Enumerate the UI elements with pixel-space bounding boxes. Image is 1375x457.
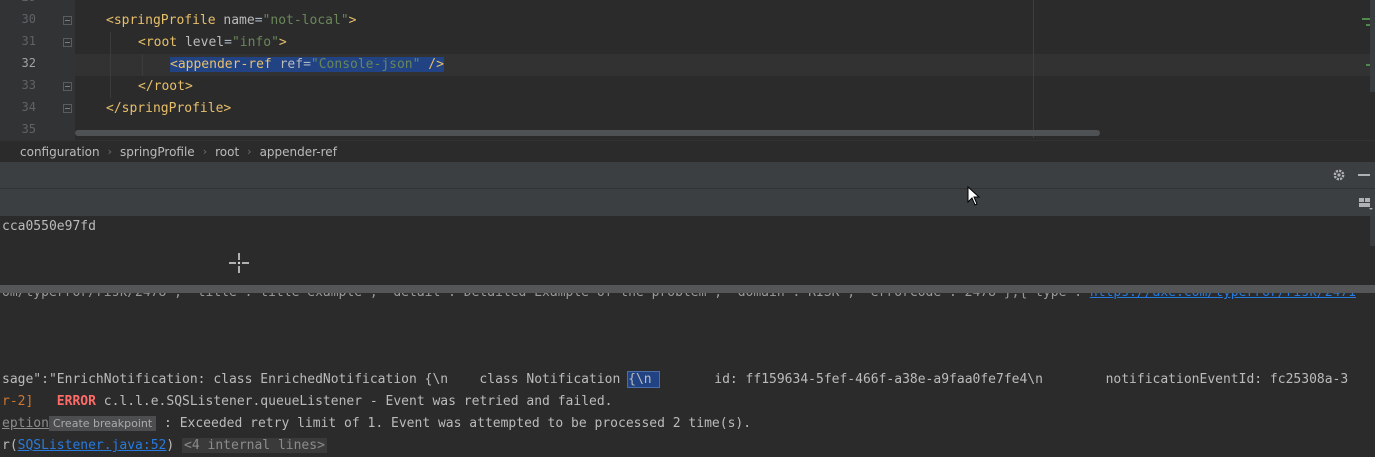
line-number: 33 xyxy=(21,78,36,92)
fold-icon[interactable] xyxy=(63,104,72,113)
code-line[interactable]: <root level="info"> xyxy=(138,32,287,54)
fold-icon[interactable] xyxy=(63,16,72,25)
chevron-right-icon: › xyxy=(107,145,113,158)
gear-icon[interactable] xyxy=(1332,168,1346,182)
console-toolbar xyxy=(0,188,1375,217)
folded-lines[interactable]: <4 internal lines> xyxy=(182,438,327,453)
console-line: eption Create breakpoint : Exceeded retry… xyxy=(2,416,752,431)
line-number: 29 xyxy=(0,0,36,4)
console-line: sage":"EnrichNotification: class Enriche… xyxy=(2,371,1349,388)
code-line[interactable]: </root> xyxy=(138,76,193,98)
code-editor[interactable]: 29 30 31 32 33 34 35 <springProfile name… xyxy=(0,0,1375,140)
line-number: 32 xyxy=(21,56,36,70)
console-splitter[interactable] xyxy=(0,285,1375,293)
line-number: 34 xyxy=(21,100,36,114)
vertical-scrollbar[interactable] xyxy=(1370,0,1375,92)
create-breakpoint-tooltip[interactable]: Create breakpoint xyxy=(48,416,157,431)
right-margin-line xyxy=(1033,0,1034,138)
source-link[interactable]: SQSListener.java:52 xyxy=(18,438,167,453)
minimize-icon[interactable] xyxy=(1358,174,1370,176)
tool-window-header xyxy=(0,162,1375,188)
line-number: 31 xyxy=(21,34,36,48)
search-highlight: {\n xyxy=(627,371,661,388)
breadcrumb: configuration › springProfile › root › a… xyxy=(0,140,1375,162)
mouse-pointer-icon xyxy=(967,186,981,206)
breadcrumb-item[interactable]: configuration xyxy=(20,145,100,159)
breadcrumb-item[interactable]: springProfile xyxy=(120,145,195,159)
console-output[interactable]: cca0550e97fd om/typerror/risk/2478", "ti… xyxy=(0,216,1375,455)
fold-icon[interactable] xyxy=(63,38,72,47)
layout-icon[interactable] xyxy=(1358,197,1374,211)
editor-gutter[interactable]: 29 30 31 32 33 34 35 xyxy=(0,0,75,140)
console-line-error: r-2] ERROR c.l.l.e.SQSListener.queueList… xyxy=(2,394,613,409)
code-line-selected[interactable]: <appender-ref ref="Console-json" /> xyxy=(170,54,444,76)
chevron-right-icon: › xyxy=(247,145,252,158)
line-number: 35 xyxy=(21,122,36,136)
breadcrumb-item[interactable]: root xyxy=(215,145,239,159)
chevron-right-icon: › xyxy=(202,145,208,158)
vertical-scrollbar[interactable] xyxy=(1370,216,1375,246)
code-line[interactable]: </springProfile> xyxy=(106,98,231,120)
indent-guide xyxy=(142,54,143,76)
line-number: 30 xyxy=(21,12,36,26)
crosshair-cursor-icon xyxy=(229,253,249,273)
code-line[interactable]: <springProfile name="not-local"> xyxy=(106,10,356,32)
horizontal-scrollbar[interactable] xyxy=(75,130,1100,136)
console-line: cca0550e97fd xyxy=(2,219,96,234)
indent-guide xyxy=(110,32,111,98)
console-line: r(SQSListener.java:52) <4 internal lines… xyxy=(2,438,327,453)
breadcrumb-item[interactable]: appender-ref xyxy=(260,145,337,159)
fold-icon[interactable] xyxy=(63,82,72,91)
